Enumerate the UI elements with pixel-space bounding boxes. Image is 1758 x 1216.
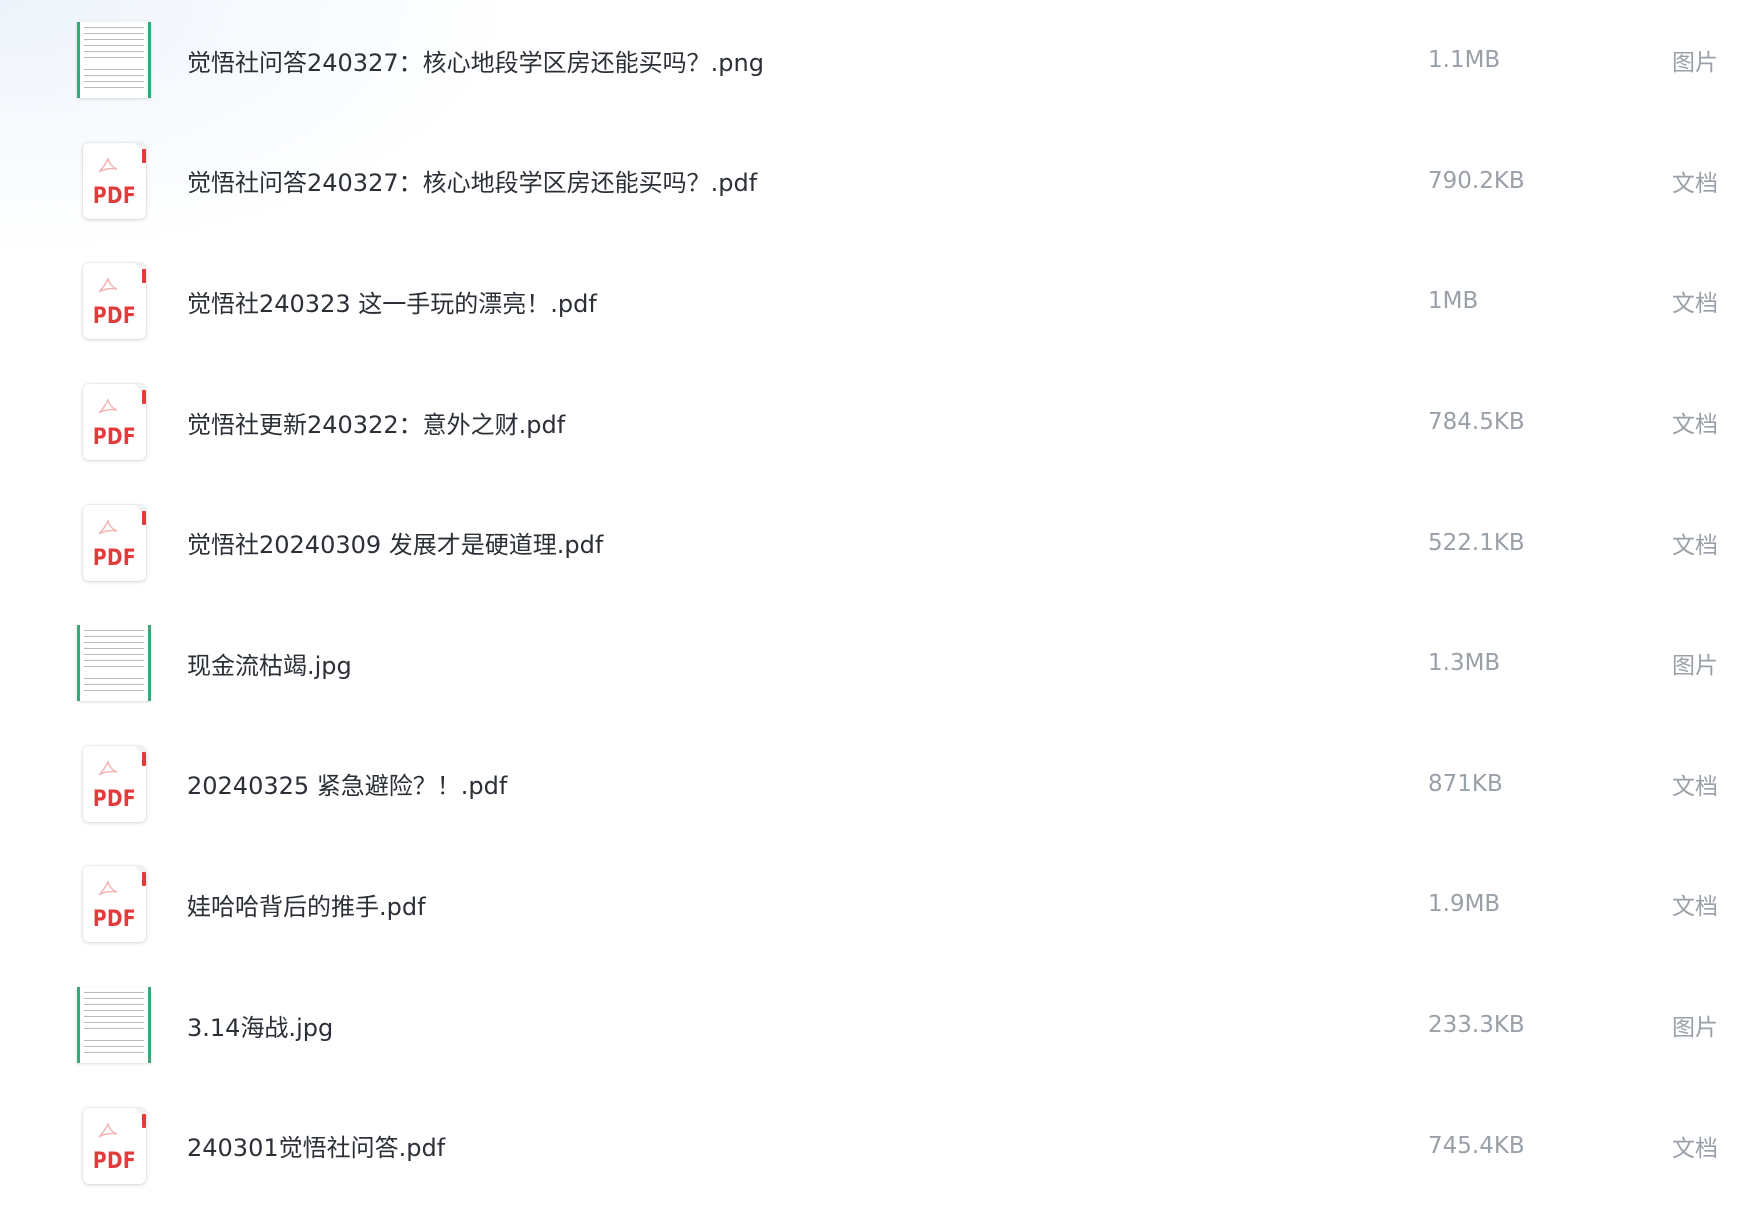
file-size: 1MB <box>1428 288 1479 315</box>
file-row[interactable]: PDF 240301觉悟社问答.pdf 745.4KB 文档 <box>0 1085 1758 1206</box>
pdf-file-icon: PDF <box>82 504 146 581</box>
file-row[interactable]: PDF 觉悟社问答240327：核心地段学区房还能买吗？.pdf 790.2KB… <box>0 121 1758 242</box>
pdf-label: PDF <box>92 545 136 571</box>
file-size: 871KB <box>1428 770 1503 797</box>
file-thumbnail <box>76 985 152 1065</box>
file-type: 图片 <box>1672 1015 1718 1042</box>
file-type: 文档 <box>1672 291 1718 318</box>
file-list: 觉悟社问答240327：核心地段学区房还能买吗？.png 1.1MB 图片 PD… <box>0 0 1758 1206</box>
file-type: 文档 <box>1672 773 1718 800</box>
pdf-label: PDF <box>92 786 136 812</box>
file-thumbnail: PDF <box>76 1106 152 1186</box>
file-name: 觉悟社问答240327：核心地段学区房还能买吗？.pdf <box>187 169 758 198</box>
file-name: 现金流枯竭.jpg <box>187 651 352 680</box>
file-row[interactable]: 现金流枯竭.jpg 1.3MB 图片 <box>0 603 1758 724</box>
file-size: 745.4KB <box>1428 1132 1525 1159</box>
file-size: 784.5KB <box>1428 409 1525 436</box>
file-name: 20240325 紧急避险？！.pdf <box>187 772 508 801</box>
pdf-file-icon: PDF <box>82 263 146 340</box>
file-row[interactable]: PDF 觉悟社20240309 发展才是硬道理.pdf 522.1KB 文档 <box>0 482 1758 603</box>
file-row[interactable]: 觉悟社问答240327：核心地段学区房还能买吗？.png 1.1MB 图片 <box>0 0 1758 121</box>
file-thumbnail: PDF <box>76 864 152 944</box>
file-row[interactable]: PDF 觉悟社240323 这一手玩的漂亮！.pdf 1MB 文档 <box>0 241 1758 362</box>
file-name: 觉悟社问答240327：核心地段学区房还能买吗？.png <box>187 48 764 77</box>
file-name: 觉悟社更新240322：意外之财.pdf <box>187 410 566 439</box>
file-name: 觉悟社20240309 发展才是硬道理.pdf <box>187 531 604 560</box>
image-thumbnail-icon <box>77 625 151 702</box>
file-size: 790.2KB <box>1428 167 1525 194</box>
pdf-file-icon: PDF <box>82 384 146 461</box>
file-name: 娃哈哈背后的推手.pdf <box>187 892 426 921</box>
file-thumbnail: PDF <box>76 503 152 583</box>
file-size: 233.3KB <box>1428 1012 1525 1039</box>
file-thumbnail: PDF <box>76 382 152 462</box>
file-thumbnail: PDF <box>76 744 152 824</box>
file-type: 文档 <box>1672 412 1718 439</box>
file-thumbnail: PDF <box>76 261 152 341</box>
pdf-label: PDF <box>92 1148 136 1174</box>
pdf-label: PDF <box>92 304 136 330</box>
file-type: 文档 <box>1672 894 1718 921</box>
file-name: 觉悟社240323 这一手玩的漂亮！.pdf <box>187 289 597 318</box>
file-type: 文档 <box>1672 532 1718 559</box>
pdf-label: PDF <box>92 183 136 209</box>
file-size: 1.9MB <box>1428 891 1501 918</box>
file-type: 文档 <box>1672 170 1718 197</box>
file-type: 图片 <box>1672 50 1718 77</box>
file-row[interactable]: PDF 觉悟社更新240322：意外之财.pdf 784.5KB 文档 <box>0 362 1758 483</box>
file-size: 522.1KB <box>1428 529 1525 556</box>
file-thumbnail <box>76 20 152 100</box>
file-row[interactable]: 3.14海战.jpg 233.3KB 图片 <box>0 965 1758 1086</box>
file-name: 3.14海战.jpg <box>187 1013 334 1042</box>
file-type: 文档 <box>1672 1135 1718 1162</box>
pdf-label: PDF <box>92 907 136 933</box>
pdf-file-icon: PDF <box>82 866 146 943</box>
file-size: 1.1MB <box>1428 47 1501 74</box>
image-thumbnail-icon <box>77 22 151 99</box>
pdf-label: PDF <box>92 425 136 451</box>
file-size: 1.3MB <box>1428 650 1501 677</box>
pdf-file-icon: PDF <box>82 1107 146 1184</box>
file-name: 240301觉悟社问答.pdf <box>187 1134 446 1163</box>
file-row[interactable]: PDF 20240325 紧急避险？！.pdf 871KB 文档 <box>0 724 1758 845</box>
file-thumbnail: PDF <box>76 141 152 221</box>
file-thumbnail <box>76 623 152 703</box>
file-type: 图片 <box>1672 653 1718 680</box>
pdf-file-icon: PDF <box>82 745 146 822</box>
file-row[interactable]: PDF 娃哈哈背后的推手.pdf 1.9MB 文档 <box>0 844 1758 965</box>
image-thumbnail-icon <box>77 987 151 1064</box>
pdf-file-icon: PDF <box>82 142 146 219</box>
